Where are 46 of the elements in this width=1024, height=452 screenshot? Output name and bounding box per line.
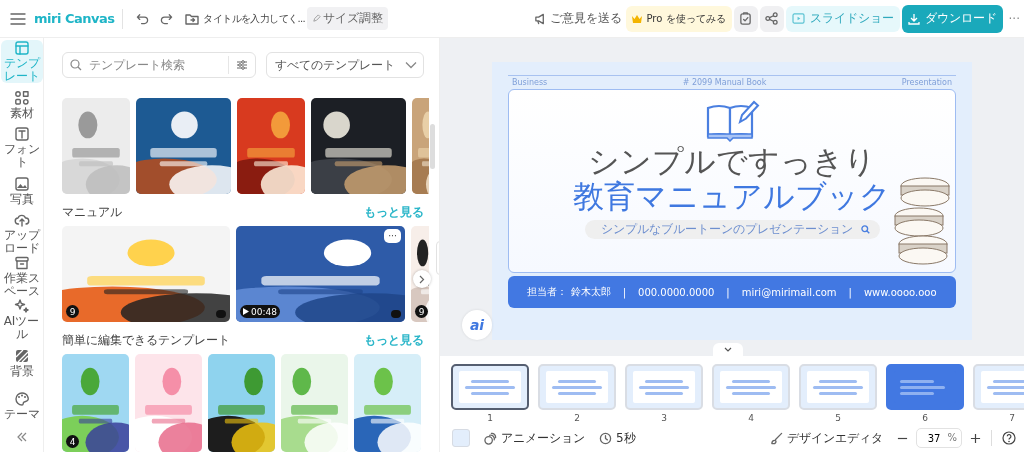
footer-text: | bbox=[848, 286, 852, 298]
duration-text: 00:48 bbox=[251, 306, 277, 317]
document-title[interactable]: タイトルを入力してく... bbox=[203, 11, 306, 26]
slide-title: シンプルですっきり bbox=[588, 144, 876, 178]
sidebar-item[interactable]: AIツール bbox=[0, 298, 43, 341]
footer-text: | bbox=[726, 286, 730, 298]
more-button[interactable]: ··· bbox=[384, 229, 401, 243]
feedback-button[interactable]: ご意見を送る bbox=[533, 10, 622, 27]
footer-text: 000.0000.0000 bbox=[638, 286, 715, 298]
footer-text: | bbox=[622, 286, 626, 298]
pill-text: シンプルなブルートーンのプレゼンテーション bbox=[600, 221, 853, 238]
slide-number: 3 bbox=[661, 413, 667, 423]
zoom-unit: % bbox=[947, 432, 957, 443]
sidebar-item[interactable]: 写真 bbox=[0, 169, 43, 212]
sidebar-item[interactable]: フォント bbox=[0, 126, 43, 169]
slide-header-text: # 2099 Manual Book bbox=[682, 78, 767, 87]
slide-number: 7 bbox=[1009, 413, 1015, 423]
sidebar-item[interactable]: 作業スペース bbox=[0, 255, 43, 298]
slide-header-text: Presentation bbox=[901, 78, 952, 87]
resize-button[interactable]: サイズ調整 bbox=[307, 7, 389, 30]
footer-text: 担当者： 鈴木太郎 bbox=[527, 285, 611, 299]
slide-title: 教育マニュアルブック bbox=[573, 178, 891, 214]
section-title: マニュアル bbox=[62, 204, 122, 221]
more-button[interactable]: ··· bbox=[1008, 11, 1020, 26]
sidebar-item[interactable]: 背景 bbox=[0, 341, 43, 384]
category-dropdown[interactable]: すべてのテンプレート bbox=[266, 52, 424, 78]
slide-header-text: Business bbox=[512, 78, 548, 87]
duration-button[interactable]: 5秒 bbox=[599, 429, 636, 447]
app-logo: miri Canvas bbox=[34, 11, 115, 26]
pro-button[interactable]: Pro を使ってみる bbox=[625, 5, 732, 32]
footer-text: miri@mirimail.com bbox=[741, 286, 837, 298]
slide-number: 1 bbox=[487, 413, 493, 423]
search-field[interactable]: テンプレート検索 bbox=[62, 52, 256, 78]
slide-number: 4 bbox=[748, 413, 754, 423]
sidebar-item[interactable]: 素材 bbox=[0, 83, 43, 126]
footer-text: www.oooo.ooo bbox=[863, 286, 937, 298]
slide[interactable]: Business # 2099 Manual Book Presentation シンプルですっきり 教育マニュアルブック シンプルなブルートーンのプレゼンテーション 担当者： 鈴木太郎 | 000.0000.0000 | miri@mirimail.com | www.oooo.ooo bbox=[492, 62, 972, 340]
slide-number: 5 bbox=[835, 413, 841, 423]
animation-button[interactable]: アニメーション bbox=[484, 429, 585, 447]
slide-number: 6 bbox=[922, 413, 928, 423]
sidebar-item[interactable]: アップロード bbox=[0, 212, 43, 255]
section-title: 簡単に編集できるテンプレート bbox=[62, 332, 230, 349]
ai-button[interactable]: ai bbox=[462, 310, 492, 340]
design-editor-button[interactable]: デザインエディタ bbox=[770, 429, 883, 447]
sidebar-item[interactable]: テーマ bbox=[0, 384, 43, 427]
slide-number: 2 bbox=[574, 413, 580, 423]
